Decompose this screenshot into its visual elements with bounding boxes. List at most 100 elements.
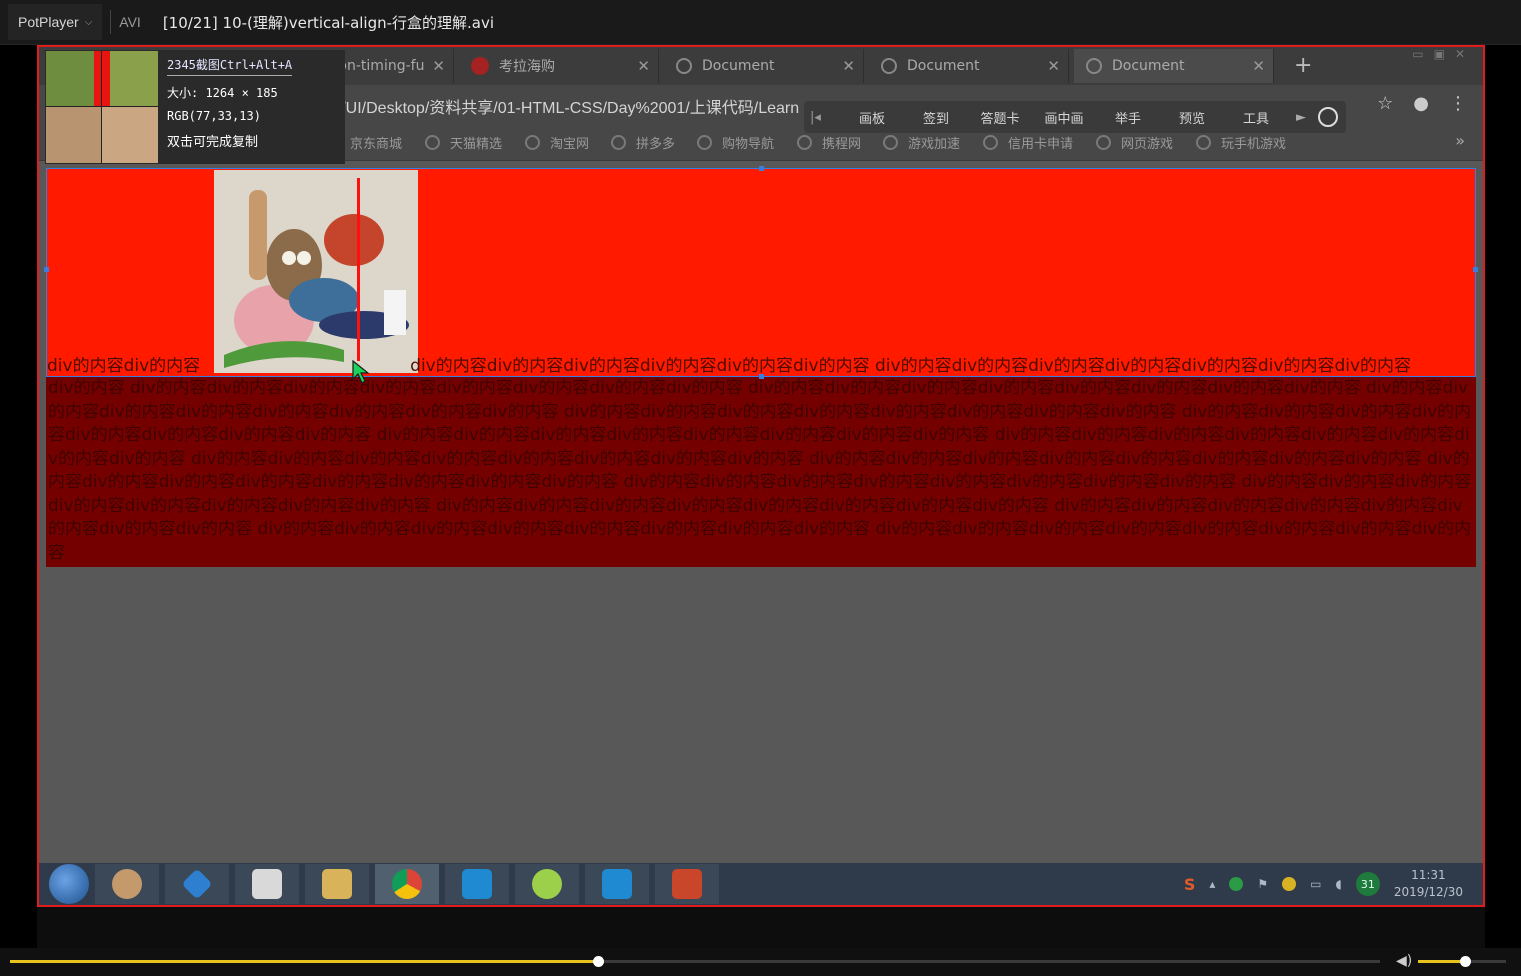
tab-document-1[interactable]: Document ✕	[664, 49, 864, 83]
sogou-input-icon[interactable]: S	[1184, 875, 1196, 894]
globe-icon	[525, 135, 540, 150]
webpage-content: div的内容div的内容 div的内容div的内容div的内容div的内容div的…	[44, 166, 1478, 567]
speaker-icon[interactable]: ◖	[1336, 877, 1342, 891]
display-icon[interactable]: ▭	[1310, 877, 1321, 891]
taskbar-app-powerpoint[interactable]	[655, 864, 719, 904]
bookmark-label: 天猫精选	[450, 137, 503, 152]
collapse-arrow-icon[interactable]: ►	[1296, 110, 1306, 125]
bookmark-label: 游戏加速	[908, 137, 961, 152]
system-tray: S ▴ ⚑ ▭ ◖ 31 11:31 2019/12/30	[1184, 863, 1463, 905]
notes-app-icon	[532, 869, 562, 899]
bookmark-item[interactable]: 购物导航	[697, 133, 774, 152]
globe-icon	[1196, 135, 1211, 150]
selection-handle[interactable]	[759, 166, 764, 171]
close-icon[interactable]: ✕	[432, 57, 445, 75]
security-icon[interactable]	[1282, 877, 1297, 891]
tab-label: 考拉海购	[499, 59, 555, 75]
bookmark-item[interactable]: 信用卡申请	[983, 133, 1073, 152]
toolbar-item[interactable]: 画板	[840, 108, 904, 127]
taskbar-app-avatar[interactable]	[95, 864, 159, 904]
chevron-down-icon: ⌵	[84, 16, 93, 28]
flag-icon[interactable]: ⚑	[1257, 877, 1268, 891]
taskbar-app-text[interactable]	[235, 864, 299, 904]
toolbar-item[interactable]: 答题卡	[968, 108, 1032, 127]
bookmark-label: 玩手机游戏	[1221, 137, 1287, 152]
close-icon[interactable]: ✕	[637, 57, 650, 75]
bookmark-item[interactable]: 淘宝网	[525, 133, 589, 152]
bookmark-item[interactable]: 拼多多	[611, 133, 675, 152]
capture-title: 2345截图Ctrl+Alt+A	[167, 56, 293, 76]
taskbar-app-vscode-2[interactable]	[585, 864, 649, 904]
system-clock[interactable]: 11:31 2019/12/30	[1394, 867, 1463, 901]
power-icon[interactable]	[1318, 107, 1338, 127]
file-title: [10/21] 10-(理解)vertical-align-行盒的理解.avi	[162, 13, 495, 32]
taskbar-app-notes[interactable]	[515, 864, 579, 904]
globe-icon	[425, 135, 440, 150]
bookmarks-more-button[interactable]: »	[1455, 131, 1465, 150]
tab-document-3[interactable]: Document ✕	[1074, 49, 1274, 83]
account-icon[interactable]: ●	[1413, 93, 1429, 114]
selection-handle[interactable]	[1473, 267, 1478, 272]
tab-document-2[interactable]: Document ✕	[869, 49, 1069, 83]
bookmark-item[interactable]: 游戏加速	[883, 133, 960, 152]
start-button[interactable]	[49, 864, 89, 904]
network-status-icon[interactable]	[1229, 877, 1244, 891]
bookmark-item[interactable]: 网页游戏	[1096, 133, 1173, 152]
toolbar-item[interactable]: 签到	[904, 108, 968, 127]
video-frame[interactable]: nsition-timing-fu ✕ 考拉海购 ✕ Document ✕ Do…	[37, 45, 1485, 907]
close-icon[interactable]: ✕	[1047, 57, 1060, 75]
globe-icon	[983, 135, 998, 150]
bookmark-label: 淘宝网	[550, 137, 590, 152]
tray-expand-icon[interactable]: ▴	[1209, 877, 1215, 891]
globe-icon	[883, 135, 898, 150]
powerpoint-icon	[672, 869, 702, 899]
bookmark-item[interactable]: 天猫精选	[425, 133, 502, 152]
close-icon[interactable]: ✕	[1252, 57, 1265, 75]
taskbar-app-chrome[interactable]	[375, 864, 439, 904]
new-tab-icon[interactable]: +	[1294, 53, 1312, 78]
file-format-label: AVI	[119, 14, 141, 30]
player-menu-button[interactable]: PotPlayer ⌵	[8, 4, 103, 40]
volume-knob[interactable]	[1459, 956, 1471, 967]
close-window-icon[interactable]: ✕	[1455, 47, 1465, 61]
address-input[interactable]: C:/Users/UI/Desktop/资料共享/01-HTML-CSS/Day…	[279, 94, 799, 118]
capture-rgb: RGB(77,33,13)	[167, 109, 261, 123]
player-titlebar: PotPlayer ⌵ AVI [10/21] 10-(理解)vertical-…	[0, 0, 1521, 45]
close-icon[interactable]: ✕	[842, 57, 855, 75]
titlebar-divider	[110, 10, 112, 34]
player-app-icon	[181, 868, 213, 900]
seek-slider[interactable]	[10, 956, 1380, 967]
tab-kaola[interactable]: 考拉海购 ✕	[459, 49, 659, 83]
letterbox-left	[0, 45, 37, 948]
taskbar-app-explorer[interactable]	[305, 864, 369, 904]
calendar-badge[interactable]: 31	[1355, 872, 1380, 896]
seek-progress-fill	[10, 960, 598, 963]
seek-knob[interactable]	[592, 956, 604, 967]
kaola-icon	[471, 57, 489, 75]
taskbar-app-vscode[interactable]	[445, 864, 509, 904]
star-icon[interactable]: ☆	[1377, 93, 1393, 114]
toolbar-item[interactable]: 画中画	[1032, 108, 1096, 127]
toolbar-item[interactable]: 预览	[1160, 108, 1224, 127]
capture-size: 大小: 1264 × 185	[167, 86, 278, 100]
more-menu-icon[interactable]: ⋮	[1449, 93, 1467, 114]
maximize-icon[interactable]: ▣	[1434, 47, 1445, 61]
volume-icon[interactable]: ◀)	[1396, 953, 1412, 969]
inline-text-left: div的内容div的内容	[47, 357, 201, 376]
taskbar-app-video[interactable]	[165, 864, 229, 904]
bookmark-label: 携程网	[822, 137, 862, 152]
bookmark-item[interactable]: 携程网	[797, 133, 861, 152]
minimize-icon[interactable]: ▭	[1412, 47, 1423, 61]
selection-handle[interactable]	[759, 374, 764, 379]
volume-slider[interactable]	[1418, 956, 1506, 967]
drag-handle-icon[interactable]: |◂	[810, 110, 840, 125]
globe-icon	[797, 135, 812, 150]
clock-date: 2019/12/30	[1393, 885, 1463, 899]
bookmark-item[interactable]: 玩手机游戏	[1196, 133, 1286, 152]
capture-hint: 双击可完成复制	[167, 135, 259, 150]
selection-handle[interactable]	[44, 267, 49, 272]
toolbar-item[interactable]: 举手	[1096, 108, 1160, 127]
toolbar-item[interactable]: 工具	[1224, 108, 1288, 127]
bookmark-label: 信用卡申请	[1008, 137, 1074, 152]
windows-taskbar: S ▴ ⚑ ▭ ◖ 31 11:31 2019/12/30	[39, 863, 1483, 905]
